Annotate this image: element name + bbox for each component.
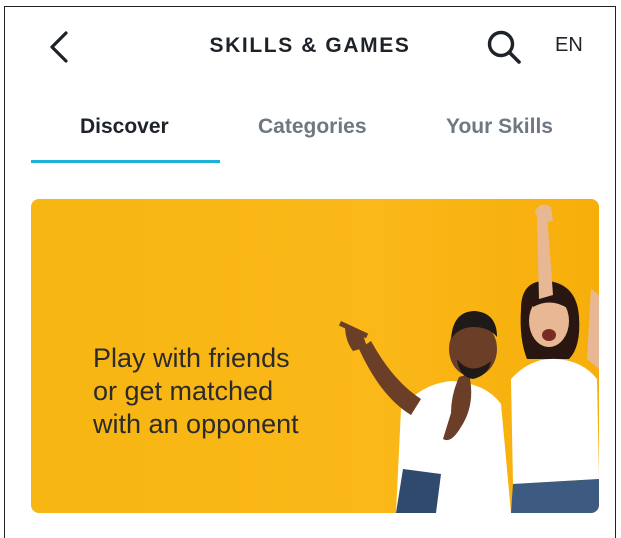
tab-your-skills[interactable]: Your Skills <box>446 115 553 139</box>
tab-discover[interactable]: Discover <box>80 115 169 139</box>
woman-figure <box>511 204 599 513</box>
promo-banner[interactable]: Play with friends or get matched with an… <box>31 199 599 513</box>
app-screen: SKILLS & GAMES EN Discover Categories Yo… <box>4 6 616 538</box>
search-button[interactable] <box>482 25 526 69</box>
active-tab-indicator <box>31 160 220 163</box>
man-figure <box>338 311 511 513</box>
top-bar: SKILLS & GAMES EN <box>5 7 615 87</box>
tab-categories[interactable]: Categories <box>258 115 367 139</box>
search-icon <box>487 30 521 64</box>
tab-bar: Discover Categories Your Skills <box>5 103 615 173</box>
banner-people-illustration <box>338 204 599 513</box>
language-selector[interactable]: EN <box>555 34 583 57</box>
